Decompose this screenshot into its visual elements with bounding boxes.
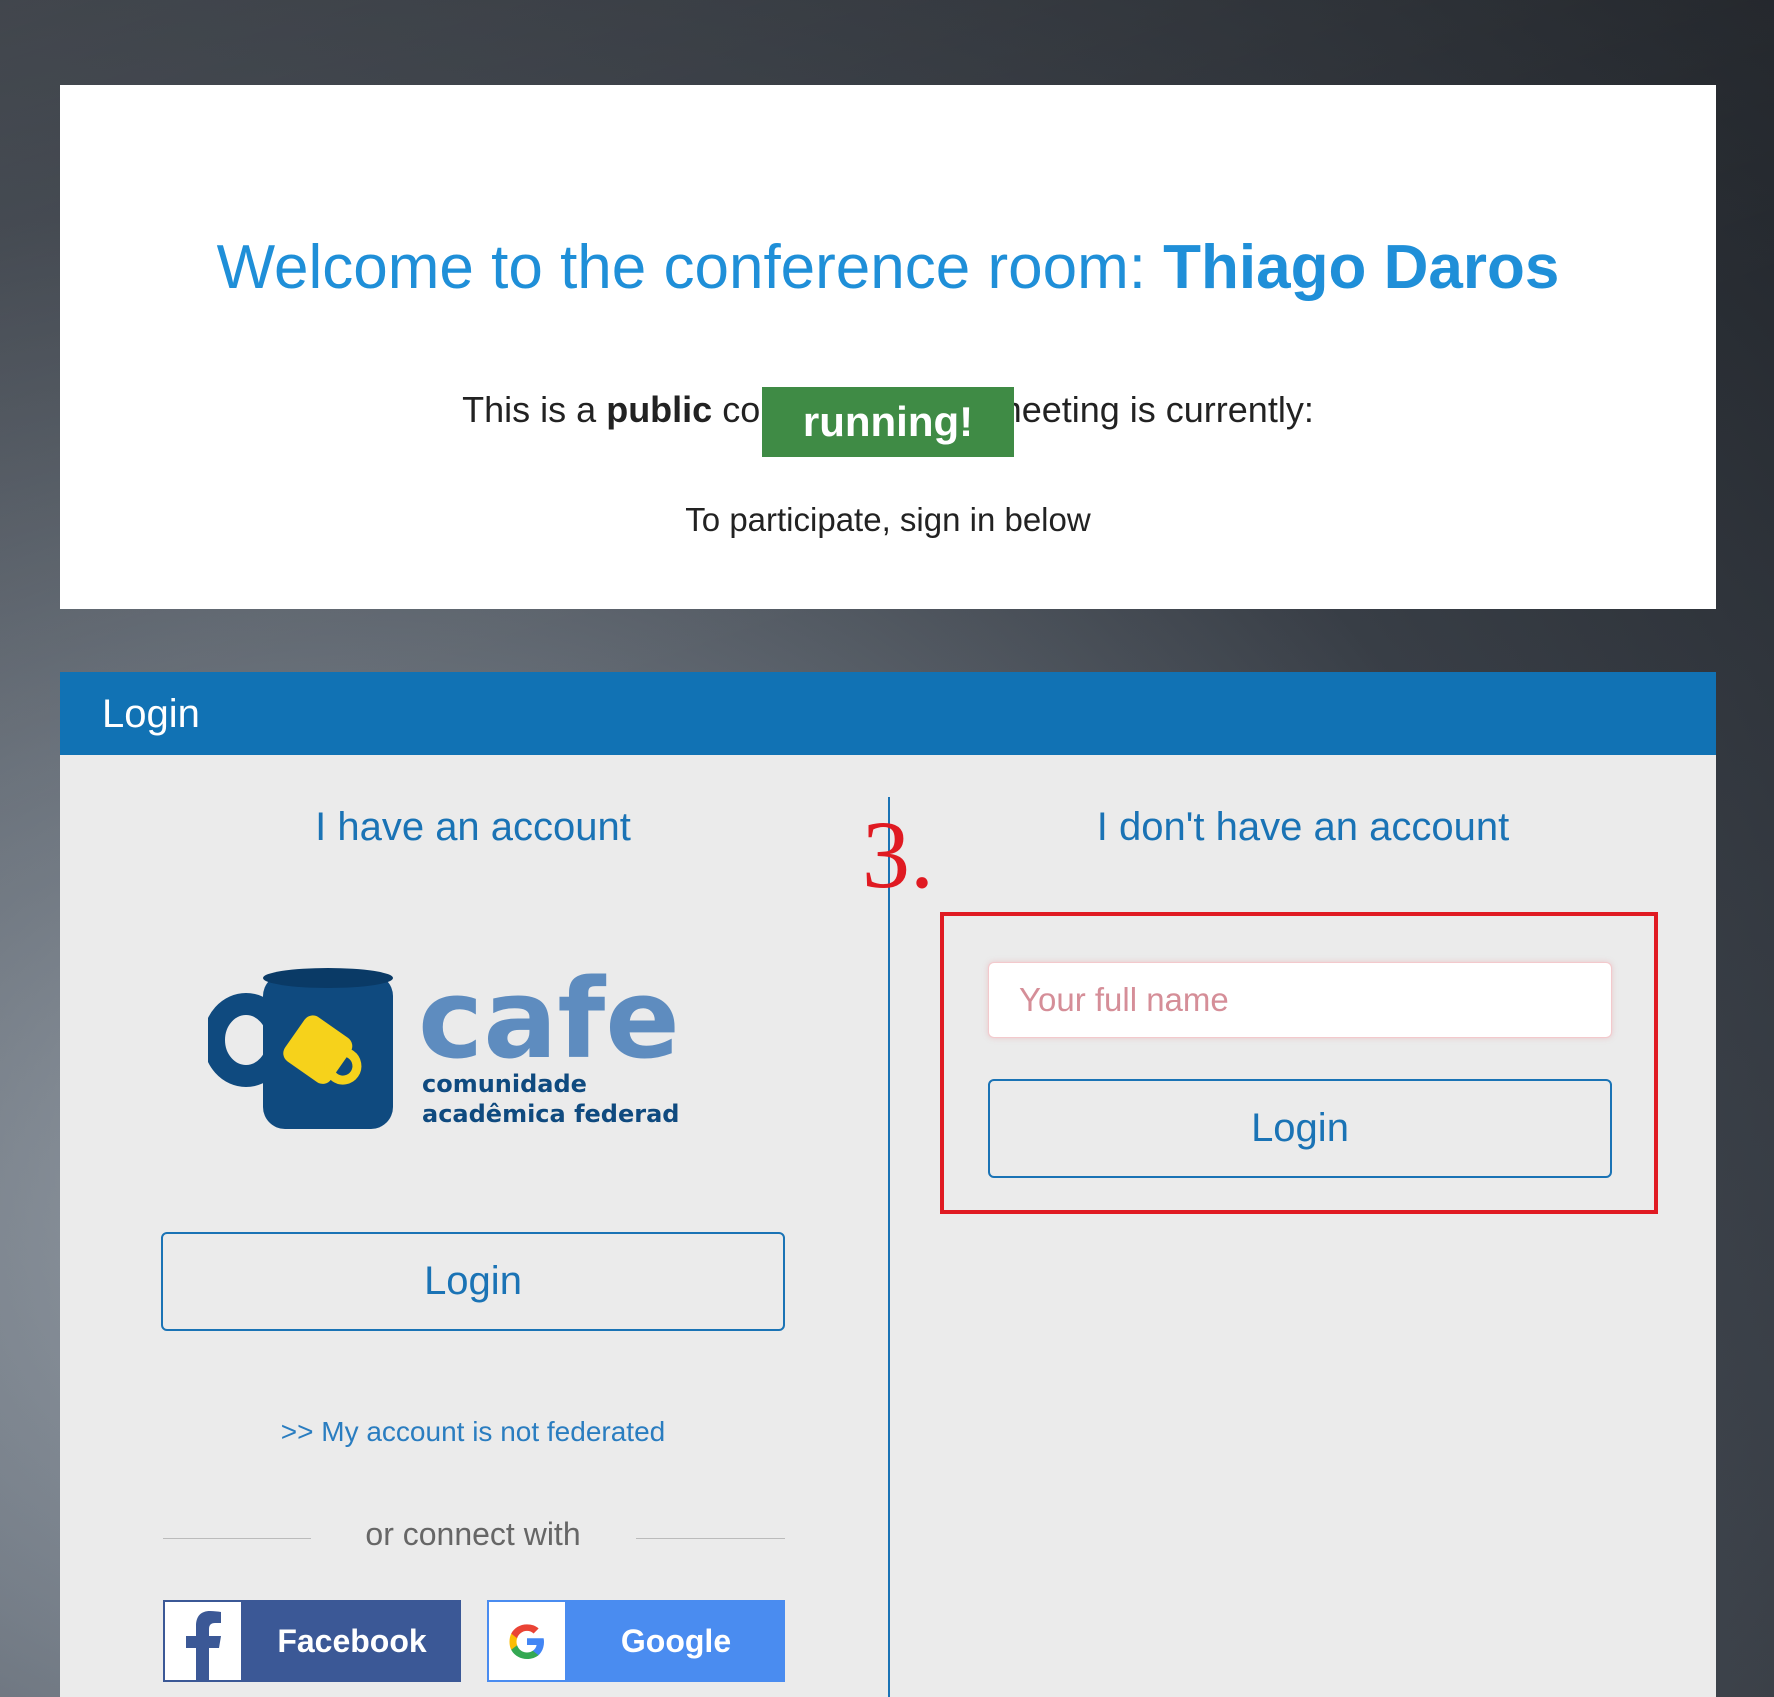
google-label: Google — [620, 1623, 732, 1659]
title-prefix: Welcome to the conference room: — [216, 233, 1164, 302]
sign-in-instruction: To participate, sign in below — [685, 501, 1091, 538]
conference-visibility: public — [606, 389, 713, 430]
facebook-login-button[interactable]: Facebook — [163, 1600, 461, 1682]
full-name-input[interactable] — [988, 962, 1612, 1038]
intro-prefix: This is a — [462, 389, 607, 430]
column-divider — [888, 797, 890, 1697]
or-connect-label: or connect with — [365, 1516, 581, 1552]
cafe-wordmark: cafe — [418, 955, 678, 1083]
or-divider-right — [636, 1538, 785, 1539]
mug-rim — [263, 968, 393, 988]
cafe-tagline-1: comunidade — [422, 1070, 587, 1098]
facebook-label: Facebook — [277, 1623, 427, 1659]
google-login-button[interactable]: Google — [487, 1600, 785, 1682]
federated-login-button[interactable]: Login — [161, 1232, 785, 1331]
guest-login-button[interactable]: Login — [988, 1079, 1612, 1178]
cafe-logo: cafe comunidade acadêmica federada — [208, 955, 678, 1129]
google-icon — [489, 1602, 565, 1680]
login-header-title: Login — [102, 692, 200, 736]
not-federated-link[interactable]: >> My account is not federated — [60, 1412, 886, 1452]
login-panel: Login I have an account cafe comunidade … — [60, 672, 1716, 1697]
welcome-panel: Welcome to the conference room: Thiago D… — [60, 85, 1716, 609]
login-header: Login — [60, 672, 1716, 755]
no-account-heading: I don't have an account — [1096, 805, 1510, 849]
facebook-icon — [165, 1602, 241, 1680]
have-account-heading: I have an account — [315, 805, 631, 849]
cafe-tagline-2: acadêmica federada — [422, 1100, 678, 1128]
page-title: Welcome to the conference room: Thiago D… — [60, 228, 1716, 308]
room-name: Thiago Daros — [1163, 233, 1560, 302]
meeting-status-badge: running! — [762, 387, 1014, 457]
